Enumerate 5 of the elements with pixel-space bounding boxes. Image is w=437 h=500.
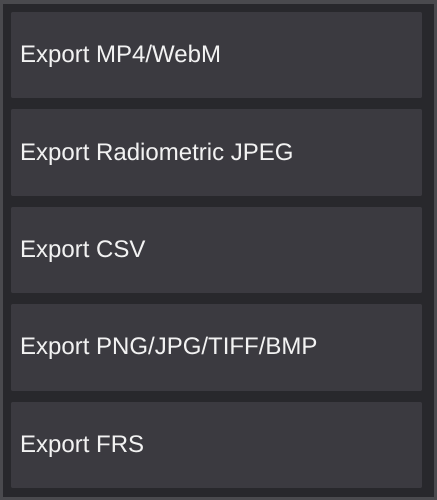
export-menu-item[interactable]: Export CSV bbox=[11, 206, 422, 294]
export-menu-item[interactable]: Export PNG/JPG/TIFF/BMP bbox=[11, 304, 422, 391]
export-menu-item[interactable]: Export Radiometric JPEG bbox=[11, 109, 422, 196]
export-menu-item[interactable]: Export FRS bbox=[11, 402, 422, 488]
export-menu-item[interactable]: Export MP4/WebM bbox=[11, 12, 422, 98]
